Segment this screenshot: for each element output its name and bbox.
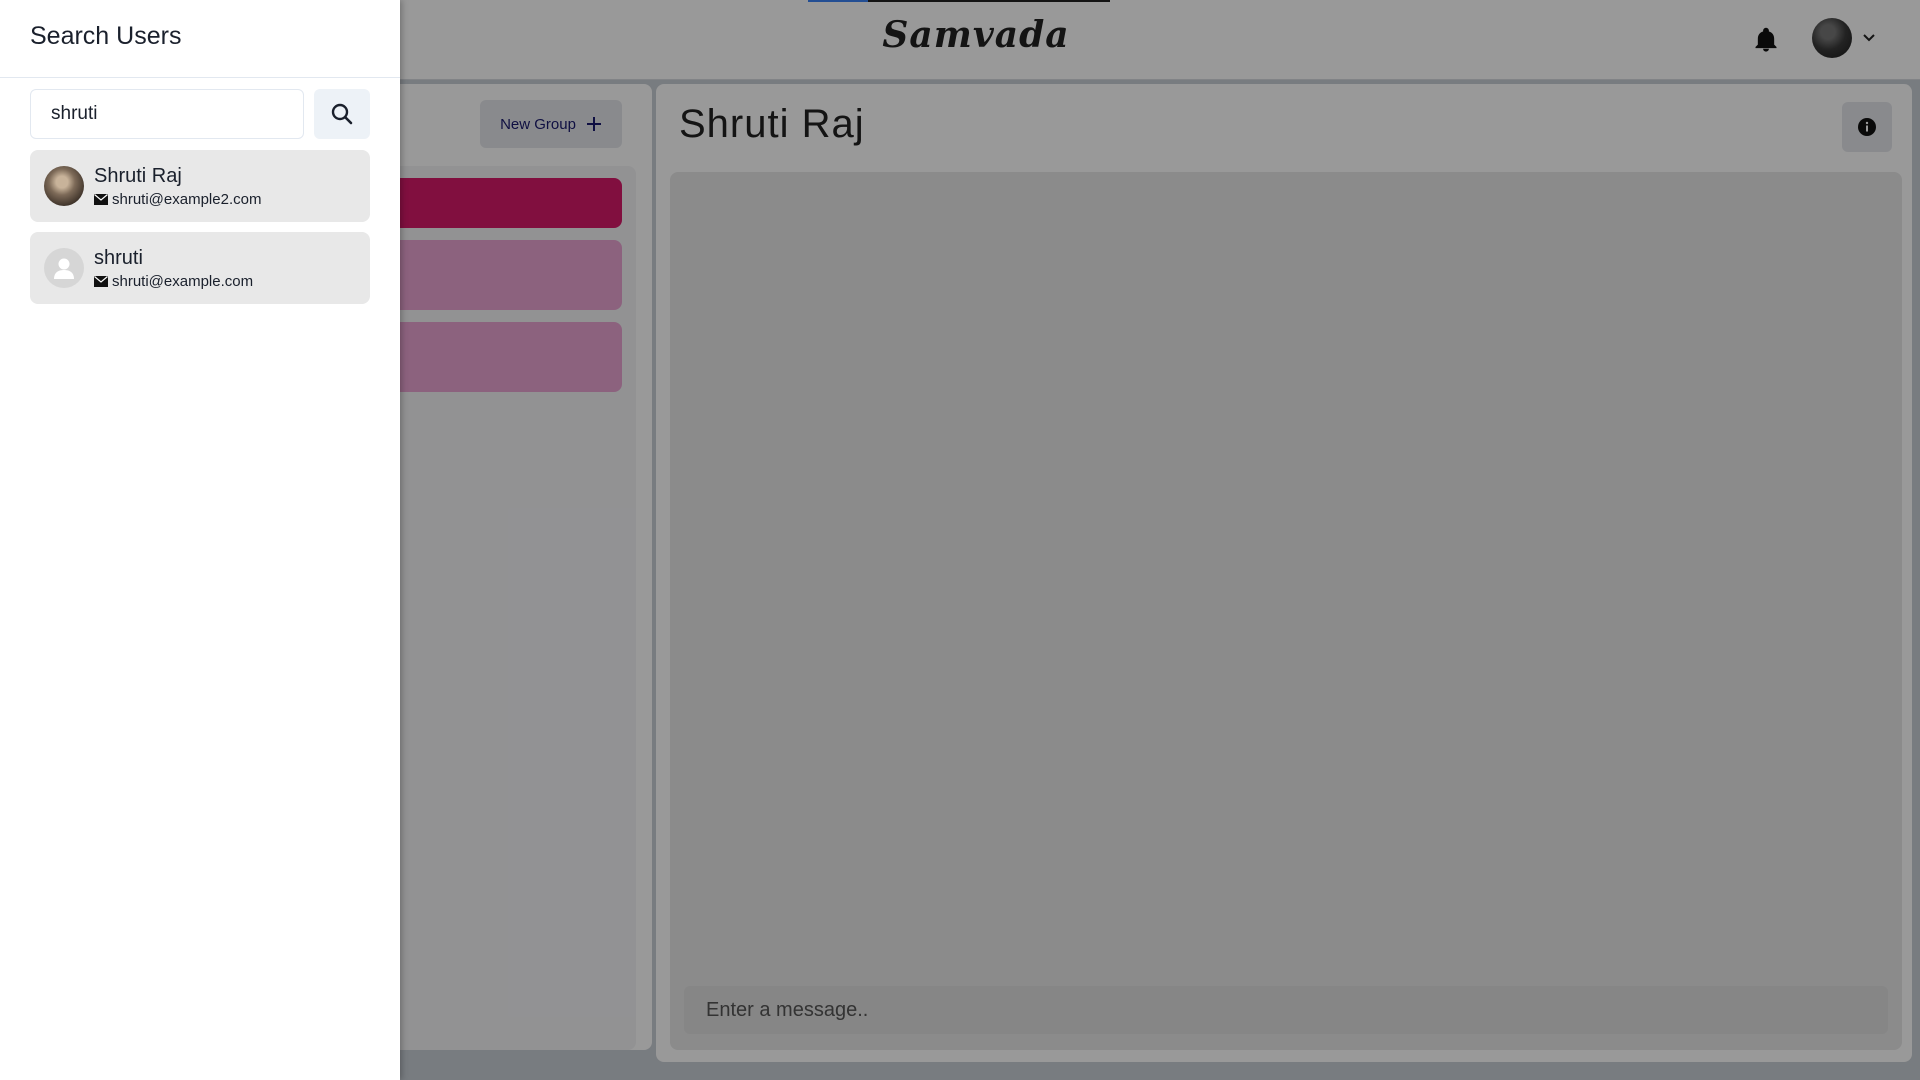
result-email: shruti@example.com bbox=[112, 273, 254, 290]
mail-icon bbox=[94, 194, 108, 205]
avatar bbox=[44, 166, 84, 206]
result-name: shruti bbox=[94, 247, 143, 269]
search-row bbox=[30, 89, 370, 139]
result-name: Shruti Raj bbox=[94, 165, 182, 187]
search-users-drawer: Search Users Shruti Raj shruti@example2.… bbox=[0, 0, 400, 1080]
avatar bbox=[44, 248, 84, 288]
user-icon bbox=[54, 258, 74, 279]
result-email-row: shruti@example2.com bbox=[94, 191, 261, 208]
drawer-title: Search Users bbox=[0, 0, 400, 78]
search-result-item[interactable]: Shruti Raj shruti@example2.com bbox=[30, 150, 370, 222]
mail-icon bbox=[94, 276, 108, 287]
result-email: shruti@example2.com bbox=[112, 191, 262, 208]
search-button[interactable] bbox=[314, 89, 370, 139]
search-icon bbox=[331, 103, 353, 125]
search-result-item[interactable]: shruti shruti@example.com bbox=[30, 232, 370, 304]
result-email-row: shruti@example.com bbox=[94, 273, 253, 290]
search-input[interactable] bbox=[30, 89, 304, 139]
